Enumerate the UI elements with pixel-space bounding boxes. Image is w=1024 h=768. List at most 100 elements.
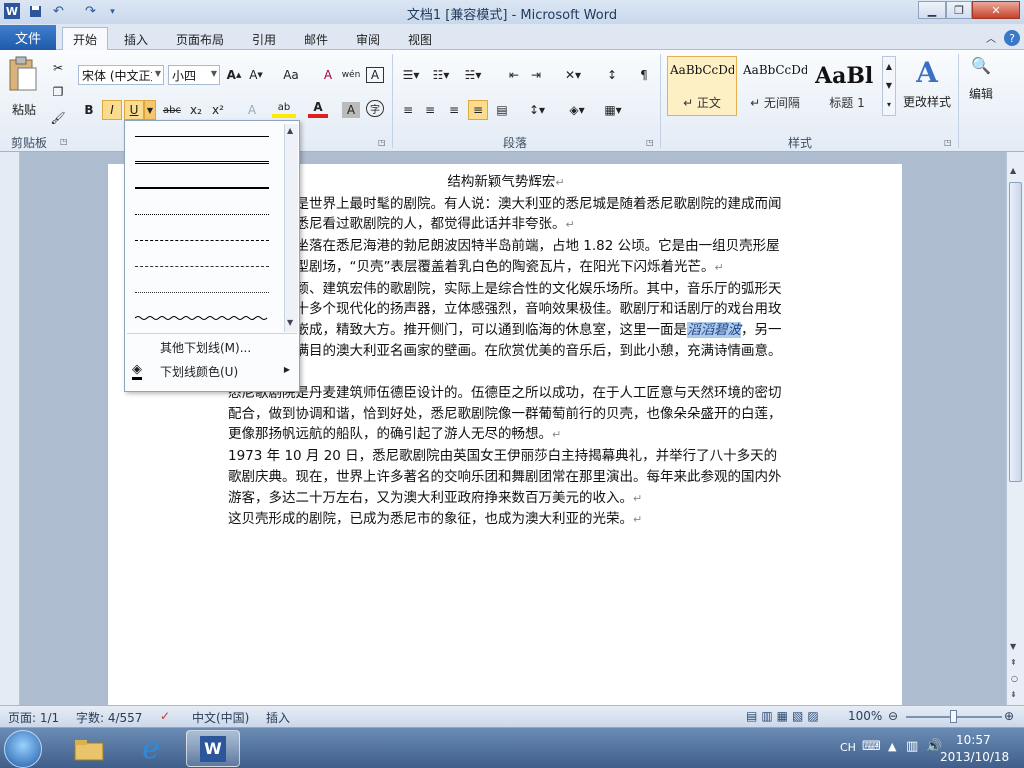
tab-view[interactable]: 视图 [400, 28, 440, 50]
styles-dialog-launcher-icon[interactable]: ◳ [944, 138, 952, 147]
show-marks-icon[interactable]: ¶ [634, 65, 654, 85]
change-case-button[interactable]: Aa [276, 65, 306, 85]
italic-button[interactable]: I [102, 100, 122, 120]
paste-button[interactable]: 粘贴 [6, 56, 42, 126]
text-effects-button[interactable]: A [240, 100, 264, 120]
font-size-dropdown[interactable]: 小四 ▼ [168, 65, 220, 85]
superscript-button[interactable]: x² [208, 100, 228, 120]
align-left-icon[interactable]: ≡ [398, 100, 418, 120]
decrease-indent-icon[interactable]: ⇤ [504, 65, 524, 85]
next-page-icon[interactable]: ⇟ [1010, 690, 1017, 699]
font-dialog-launcher-icon[interactable]: ◳ [378, 138, 386, 147]
style-heading-1[interactable]: AaBl 标题 1 [812, 56, 882, 116]
underline-button[interactable]: U [124, 100, 144, 120]
bold-button[interactable]: B [80, 100, 98, 120]
status-zoom[interactable]: 100% [848, 709, 882, 723]
bullets-icon[interactable]: ☰▾ [398, 65, 424, 85]
style-normal[interactable]: AaBbCcDd ↵ 正文 [667, 56, 737, 116]
scroll-thumb[interactable] [1009, 182, 1022, 482]
zoom-out-icon[interactable]: ⊖ [888, 709, 898, 723]
underline-option-double[interactable] [135, 151, 269, 173]
font-color-button[interactable]: A [308, 100, 328, 118]
keyboard-icon[interactable]: ⌨ [862, 739, 881, 754]
close-button[interactable]: ✕ [972, 1, 1020, 19]
justify-icon[interactable]: ≡ [468, 100, 488, 120]
status-language[interactable]: 中文(中国) [192, 709, 249, 726]
strikethrough-button[interactable]: abc [160, 100, 184, 120]
document-body[interactable]: 结构新颖气势辉宏↵ 悉尼歌剧院是世界上最时髦的剧院。有人说：澳大利亚的悉尼城是随… [228, 172, 784, 531]
vertical-scrollbar[interactable]: ▲ ▼ ⇞ ○ ⇟ [1006, 152, 1024, 705]
cut-icon[interactable]: ✂ [48, 58, 68, 78]
align-center-icon[interactable]: ≡ [420, 100, 440, 120]
borders-icon[interactable]: ▦▾ [600, 100, 626, 120]
character-border-button[interactable]: A [366, 67, 384, 83]
enclose-char-button[interactable]: 字 [366, 100, 384, 117]
menu-scrollbar[interactable]: ▲ ▼ [284, 124, 298, 332]
tab-references[interactable]: 引用 [244, 28, 284, 50]
status-words[interactable]: 字数: 4/557 [76, 709, 142, 726]
tray-expand-icon[interactable]: ▲ [888, 740, 896, 753]
selected-text[interactable]: 滔滔碧波 [687, 321, 741, 338]
tab-home[interactable]: 开始 [62, 27, 108, 50]
zoom-in-icon[interactable]: ⊕ [1004, 709, 1014, 723]
chinese-layout-icon[interactable]: ✕▾ [560, 65, 586, 85]
shrink-font-button[interactable]: A ▼ [246, 65, 266, 85]
word-taskbar-icon[interactable]: W [186, 730, 240, 767]
style-no-spacing[interactable]: AaBbCcDd ↵ 无间隔 [740, 56, 810, 116]
subscript-button[interactable]: x₂ [186, 100, 206, 120]
prev-page-icon[interactable]: ⇞ [1010, 658, 1017, 667]
tab-mailings[interactable]: 邮件 [296, 28, 336, 50]
underline-option-dashed[interactable] [135, 229, 269, 251]
start-orb[interactable] [4, 730, 42, 768]
phonetic-guide-button[interactable]: wén [340, 65, 362, 85]
distributed-icon[interactable]: ▤ [492, 100, 512, 120]
minimize-button[interactable]: ▁ [918, 1, 946, 19]
status-page[interactable]: 页面: 1/1 [8, 709, 59, 726]
collapse-ribbon-icon[interactable]: ︿ [986, 30, 996, 45]
tab-insert[interactable]: 插入 [116, 28, 156, 50]
proofing-icon[interactable]: ✓ [160, 709, 170, 723]
clipboard-dialog-launcher-icon[interactable]: ◳ [60, 137, 68, 146]
menu-scroll-down-icon[interactable]: ▼ [287, 318, 293, 327]
explorer-icon[interactable] [62, 730, 116, 767]
clear-format-button[interactable]: A [318, 65, 338, 85]
increase-indent-icon[interactable]: ⇥ [526, 65, 546, 85]
highlight-button[interactable]: ab [272, 100, 296, 118]
char-shading-button[interactable]: A [342, 102, 360, 118]
underline-option-thick[interactable] [135, 177, 269, 199]
ie-icon[interactable]: e [124, 730, 178, 767]
network-icon[interactable]: ▥ [906, 739, 918, 754]
more-underlines-item[interactable]: 其他下划线(M)... [126, 336, 298, 358]
underline-dropdown-arrow[interactable]: ▼ [144, 100, 156, 120]
menu-scroll-up-icon[interactable]: ▲ [287, 126, 293, 135]
tab-review[interactable]: 审阅 [348, 28, 388, 50]
underline-option-dash-dot-dot[interactable] [135, 281, 269, 303]
tab-page-layout[interactable]: 页面布局 [168, 28, 232, 50]
tab-file[interactable]: 文件 [0, 25, 56, 50]
paragraph-dialog-launcher-icon[interactable]: ◳ [646, 138, 654, 147]
sort-icon[interactable]: ↕ [602, 65, 622, 85]
scroll-down-icon[interactable]: ▼ [1010, 642, 1016, 651]
underline-option-dotted[interactable] [135, 203, 269, 225]
status-mode[interactable]: 插入 [266, 709, 290, 726]
grow-font-button[interactable]: A ▲ [224, 65, 244, 85]
change-styles-button[interactable]: A 更改样式 [900, 56, 954, 126]
scroll-up-icon[interactable]: ▲ [1010, 166, 1016, 175]
line-spacing-icon[interactable]: ↕▾ [524, 100, 550, 120]
shading-icon[interactable]: ◈▾ [564, 100, 590, 120]
underline-option-single[interactable] [135, 125, 269, 147]
clock-time[interactable]: 10:57 [956, 733, 991, 747]
font-name-dropdown[interactable]: 宋体 (中文正文▼ [78, 65, 164, 85]
browse-object-icon[interactable]: ○ [1011, 674, 1018, 683]
maximize-button[interactable]: ❐ [946, 1, 972, 19]
help-icon[interactable]: ? [1004, 30, 1020, 46]
underline-color-item[interactable]: ◈ 下划线颜色(U) ▶ [126, 360, 298, 382]
underline-option-wave[interactable] [135, 307, 269, 329]
multilevel-list-icon[interactable]: ☵▾ [460, 65, 486, 85]
clock-date[interactable]: 2013/10/18 [940, 750, 1009, 764]
view-buttons[interactable]: ▤▥▦▧▨ [746, 709, 823, 723]
underline-option-dash-dot[interactable] [135, 255, 269, 277]
numbering-icon[interactable]: ☷▾ [428, 65, 454, 85]
styles-gallery-scroll[interactable]: ▲ ▼ ▾ [882, 56, 896, 116]
editing-button[interactable]: 🔍 编辑 [964, 56, 998, 126]
